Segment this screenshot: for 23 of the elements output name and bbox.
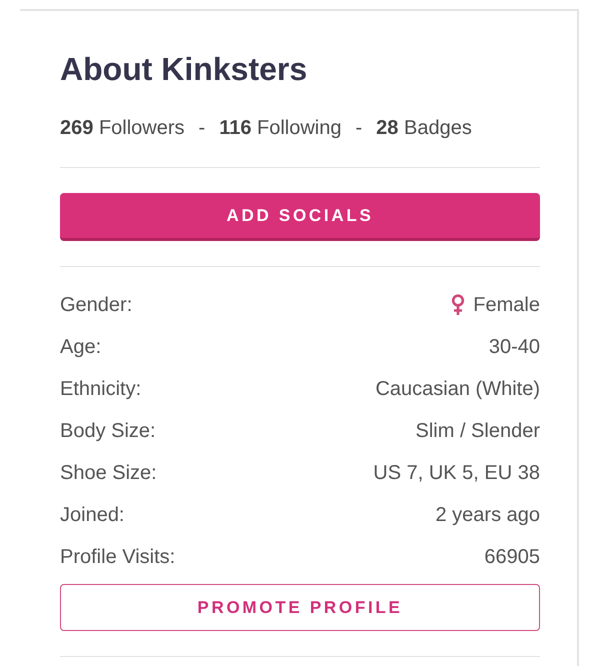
stat-text: 116 Following: [219, 116, 342, 141]
stat-text: 269 Followers: [60, 116, 185, 141]
stat-text: 28 Badges: [376, 116, 472, 141]
detail-value: Caucasian (White): [375, 377, 540, 402]
promote-profile-button[interactable]: PROMOTE PROFILE: [60, 584, 540, 631]
detail-label: Body Size:: [60, 419, 156, 444]
detail-value: Female: [473, 293, 540, 318]
separator: -: [198, 116, 206, 141]
detail-value: 30-40: [488, 335, 540, 360]
detail-label: Age:: [60, 335, 102, 360]
detail-label: Ethnicity:: [60, 377, 142, 402]
female-icon: [451, 294, 466, 316]
detail-label: Joined:: [60, 503, 124, 528]
detail-value: Slim / Slender: [416, 419, 540, 444]
separator: -: [356, 116, 362, 141]
detail-label: Gender:: [60, 293, 132, 318]
card-title: About Kinksters: [60, 50, 308, 89]
detail-value: US 7, UK 5, EU 38: [373, 461, 540, 486]
detail-label: Shoe Size:: [60, 461, 157, 486]
detail-label: Profile Visits:: [60, 545, 176, 570]
detail-value: 2 years ago: [435, 503, 540, 528]
detail-value: 66905: [484, 545, 540, 570]
add-socials-button[interactable]: ADD SOCIALS: [60, 193, 540, 241]
